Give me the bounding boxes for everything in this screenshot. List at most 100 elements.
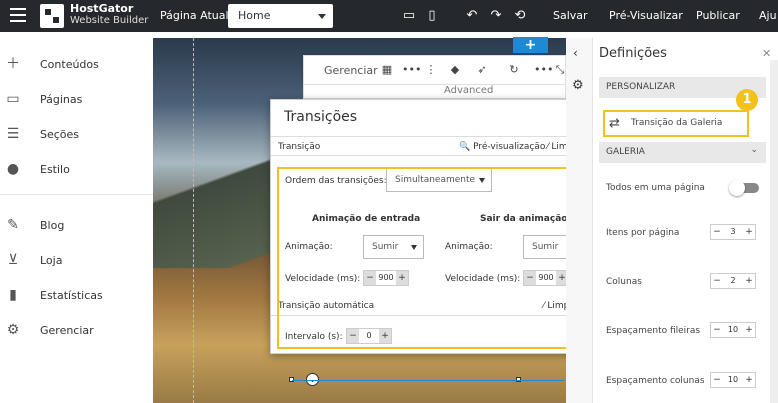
panel-side-column: ‹ ⚙ xyxy=(566,38,593,403)
pages-icon: ▭ xyxy=(6,91,20,107)
sidebar-item-statistics[interactable]: ▮ Estatísticas xyxy=(0,280,153,310)
minus-icon[interactable]: − xyxy=(711,373,723,387)
advanced-button[interactable]: Advanced xyxy=(444,85,493,96)
preview-button[interactable]: Pré-Visualizar xyxy=(609,9,683,22)
move-icon[interactable]: ⤡ xyxy=(554,64,566,76)
sidebar-item-label: Conteúdos xyxy=(40,57,99,71)
plus-icon: ＋ xyxy=(6,56,20,72)
gallery-transition-option[interactable]: ⇄ Transição da Galeria xyxy=(603,110,749,137)
transition-icon: ⇄ xyxy=(609,116,620,131)
gear-icon[interactable]: ⚙ xyxy=(572,78,584,93)
gear-icon: ⚙ xyxy=(6,322,20,338)
publish-button[interactable]: Publicar xyxy=(696,9,740,22)
redo-icon[interactable]: ↷ xyxy=(488,8,504,24)
row-spacing-value[interactable]: 10 xyxy=(723,323,743,337)
gallery-toolbar: Gerenciar ▦ ••• ⋮ ◆ ➶ ↻ ••• ⤡ xyxy=(303,55,566,85)
top-bar: HostGator Website Builder Página Atual: … xyxy=(0,0,778,32)
sidebar-item-label: Blog xyxy=(40,218,65,232)
transition-section-header: Transição 🔍 Pré-visualização ⁄ Limpar xyxy=(271,136,598,156)
palette-icon: ● xyxy=(6,161,20,177)
desktop-icon[interactable]: ▭ xyxy=(401,8,417,24)
column-spacing-stepper[interactable]: − 10 + xyxy=(710,372,756,388)
sidebar-item-contents[interactable]: ＋ Conteúdos xyxy=(0,49,153,79)
history-icon[interactable]: ⟲ xyxy=(512,8,528,24)
undo-icon[interactable]: ↶ xyxy=(464,8,480,24)
sidebar-item-blog[interactable]: ✎ Blog xyxy=(0,210,153,240)
left-sidebar: ＋ Conteúdos ▭ Páginas ☰ Seções ● Estilo … xyxy=(0,32,153,403)
grid-icon[interactable]: ▦ xyxy=(381,64,393,76)
guide-line xyxy=(193,38,194,403)
all-in-one-page-toggle[interactable] xyxy=(729,180,759,196)
sidebar-item-label: Gerenciar xyxy=(40,323,94,337)
plus-icon[interactable]: + xyxy=(743,323,755,337)
dots-vertical-icon[interactable]: ⋮ xyxy=(425,64,437,76)
menu-icon[interactable] xyxy=(10,8,26,22)
items-per-page-value[interactable]: 3 xyxy=(723,225,743,239)
page-select[interactable]: Home xyxy=(228,4,333,28)
bar-chart-icon: ▮ xyxy=(9,287,17,303)
plus-icon[interactable]: + xyxy=(743,225,755,239)
sections-icon: ☰ xyxy=(6,126,20,142)
plus-icon[interactable]: + xyxy=(743,373,755,387)
sidebar-item-label: Seções xyxy=(40,127,80,141)
columns-label: Colunas xyxy=(606,277,642,287)
minus-icon[interactable]: − xyxy=(711,274,723,288)
minus-icon[interactable]: − xyxy=(711,225,723,239)
transition-label: Transição xyxy=(278,142,321,152)
columns-stepper[interactable]: − 2 + xyxy=(710,273,756,289)
current-page-label: Página Atual: xyxy=(160,9,233,22)
plus-icon[interactable]: + xyxy=(743,274,755,288)
step-badge-1: 1 xyxy=(736,89,758,111)
columns-value[interactable]: 2 xyxy=(723,274,743,288)
brand-name: HostGator xyxy=(70,2,134,15)
refresh-icon[interactable]: ↻ xyxy=(508,64,520,76)
panel-scrollbar[interactable] xyxy=(770,60,778,403)
all-in-one-page-label: Todos em uma página xyxy=(606,183,705,193)
chevron-down-icon: ⌄ xyxy=(750,145,758,155)
minus-icon[interactable]: − xyxy=(711,323,723,337)
more-icon[interactable]: ••• xyxy=(534,64,553,76)
gallery-section-header[interactable]: GALERIA ⌄ xyxy=(599,142,766,163)
sidebar-item-pages[interactable]: ▭ Páginas xyxy=(0,84,153,114)
selection-border xyxy=(292,380,564,381)
brand: HostGator Website Builder xyxy=(70,3,148,27)
rocket-icon[interactable]: ➶ xyxy=(476,64,488,76)
mobile-icon[interactable]: ▯ xyxy=(424,8,440,24)
help-button[interactable]: Aju xyxy=(759,9,777,22)
sidebar-divider xyxy=(0,194,153,195)
personalize-label: PERSONALIZAR xyxy=(606,82,676,92)
column-spacing-value[interactable]: 10 xyxy=(723,373,743,387)
chevron-left-icon[interactable]: ‹ xyxy=(573,46,578,60)
panel-title: Definições xyxy=(599,46,667,61)
sidebar-item-label: Loja xyxy=(40,253,63,267)
row-spacing-stepper[interactable]: − 10 + xyxy=(710,322,756,338)
items-per-page-label: Itens por página xyxy=(606,228,680,238)
items-per-page-stepper[interactable]: − 3 + xyxy=(710,224,756,240)
add-section-button[interactable]: + xyxy=(513,37,548,53)
column-spacing-label: Espaçamento colunas xyxy=(606,376,705,386)
close-icon[interactable]: ✕ xyxy=(762,47,771,60)
sidebar-item-label: Páginas xyxy=(40,92,83,106)
gallery-transition-label: Transição da Galeria xyxy=(631,118,723,128)
row-spacing-label: Espaçamento fileiras xyxy=(606,326,701,336)
gallery-toolbar-secondary: Advanced xyxy=(303,85,566,99)
cart-icon: ⊻ xyxy=(7,252,19,268)
sidebar-item-label: Estatísticas xyxy=(40,288,103,302)
brand-subtitle: Website Builder xyxy=(70,15,149,26)
sidebar-item-store[interactable]: ⊻ Loja xyxy=(0,245,153,275)
gallery-label: GALERIA xyxy=(606,147,645,157)
dots-horizontal-icon[interactable]: ••• xyxy=(402,64,421,76)
preview-label: Pré-visualização xyxy=(473,142,546,152)
save-button[interactable]: Salvar xyxy=(553,9,588,22)
highlight-box-2 xyxy=(277,167,590,349)
paint-bucket-icon[interactable]: ◆ xyxy=(449,64,461,76)
sidebar-item-manage[interactable]: ⚙ Gerenciar xyxy=(0,315,153,345)
sidebar-item-sections[interactable]: ☰ Seções xyxy=(0,119,153,149)
preview-button[interactable]: 🔍 Pré-visualização xyxy=(459,142,545,152)
manage-button[interactable]: Gerenciar xyxy=(324,64,378,77)
hostgator-logo-icon xyxy=(40,4,64,28)
sidebar-item-label: Estilo xyxy=(40,162,70,176)
pencil-icon: ✎ xyxy=(7,217,19,233)
dialog-title: Transições xyxy=(284,109,358,125)
sidebar-item-style[interactable]: ● Estilo xyxy=(0,154,153,184)
